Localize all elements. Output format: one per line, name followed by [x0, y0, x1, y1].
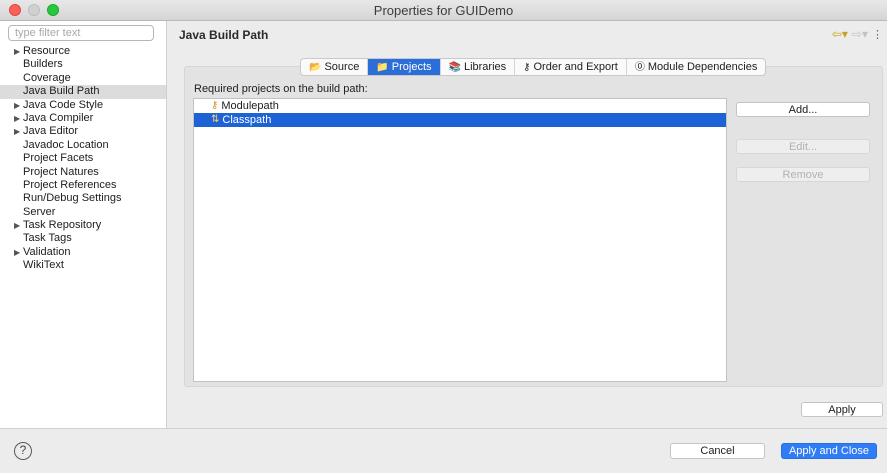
- sidebar-item-label: Resource: [23, 45, 71, 57]
- filter-input[interactable]: type filter text: [8, 25, 154, 41]
- sidebar-item-label: Java Compiler: [23, 111, 94, 124]
- expand-arrow-icon[interactable]: ▶: [14, 99, 20, 112]
- expand-arrow-icon[interactable]: ▶: [14, 45, 20, 58]
- edit-button[interactable]: Edit...: [736, 139, 870, 154]
- build-path-tabs: 📂 Source 📁 Projects 📚 Libraries ⚷ Order and …: [300, 58, 767, 76]
- sidebar-item-task-tags[interactable]: Task Tags: [0, 232, 166, 245]
- sidebar-item-label: Validation: [23, 245, 71, 258]
- apply-and-close-button[interactable]: Apply and Close: [781, 443, 877, 459]
- sidebar-item-label: Task Repository: [23, 219, 102, 232]
- sidebar-item-label: Project Natures: [23, 165, 99, 178]
- sidebar-item-resource[interactable]: ▶ Resource: [0, 45, 166, 58]
- module-icon: ⓪: [634, 61, 645, 73]
- help-icon[interactable]: ?: [14, 442, 32, 460]
- sidebar: type filter text ▶ Resource Builders Cove…: [0, 21, 167, 428]
- back-arrow-icon[interactable]: ⇦▾: [832, 27, 848, 41]
- list-item-label: Classpath: [222, 114, 272, 126]
- page-title: Java Build Path: [179, 28, 269, 42]
- sidebar-item-label: Java Editor: [23, 125, 79, 138]
- properties-tree: ▶ Resource Builders Coverage Java Build P…: [0, 45, 166, 273]
- sidebar-item-java-build-path[interactable]: Java Build Path: [0, 85, 166, 99]
- list-item-modulepath[interactable]: ⚷ Modulepath: [194, 99, 726, 113]
- cancel-button[interactable]: Cancel: [670, 443, 765, 459]
- sidebar-item-validation[interactable]: ▶ Validation: [0, 246, 166, 259]
- modulepath-icon: ⚷: [211, 100, 219, 111]
- sidebar-item-label: Run/Debug Settings: [23, 192, 122, 205]
- tab-label: Module Dependencies: [647, 60, 758, 73]
- sidebar-item-coverage[interactable]: Coverage: [0, 72, 166, 85]
- expand-arrow-icon[interactable]: ▶: [14, 125, 20, 138]
- sidebar-item-builders[interactable]: Builders: [0, 58, 166, 71]
- source-folder-icon: 📂: [309, 61, 322, 73]
- tab-source[interactable]: 📂 Source: [301, 59, 369, 75]
- tab-module-dependencies[interactable]: ⓪ Module Dependencies: [627, 59, 765, 75]
- projects-folder-icon: 📁: [376, 61, 389, 73]
- order-export-icon: ⚷: [523, 61, 531, 73]
- apply-button[interactable]: Apply: [801, 402, 883, 417]
- sidebar-item-project-natures[interactable]: Project Natures: [0, 166, 166, 179]
- sidebar-item-label: Project Facets: [23, 152, 94, 165]
- tab-projects[interactable]: 📁 Projects: [368, 59, 441, 75]
- required-projects-label: Required projects on the build path:: [194, 83, 368, 95]
- tab-label: Order and Export: [533, 60, 618, 73]
- sidebar-item-label: Java Code Style: [23, 98, 104, 111]
- tab-label: Projects: [391, 60, 432, 73]
- sidebar-item-java-compiler[interactable]: ▶ Java Compiler: [0, 112, 166, 125]
- sidebar-item-task-repository[interactable]: ▶ Task Repository: [0, 219, 166, 232]
- window-titlebar: Properties for GUIDemo: [0, 0, 887, 21]
- sidebar-item-label: Javadoc Location: [23, 138, 109, 151]
- projects-list[interactable]: ⚷ Modulepath ⇅ Classpath: [193, 98, 727, 382]
- tab-order-and-export[interactable]: ⚷ Order and Export: [515, 59, 627, 75]
- sidebar-item-project-references[interactable]: Project References: [0, 179, 166, 192]
- remove-button[interactable]: Remove: [736, 167, 870, 182]
- list-item-classpath[interactable]: ⇅ Classpath: [194, 113, 726, 127]
- sidebar-item-label: Task Tags: [23, 232, 72, 245]
- sidebar-item-label: Project References: [23, 178, 117, 191]
- expand-arrow-icon[interactable]: ▶: [14, 219, 20, 232]
- sidebar-item-java-code-style[interactable]: ▶ Java Code Style: [0, 99, 166, 112]
- libraries-icon: 📚: [448, 61, 461, 73]
- forward-arrow-icon[interactable]: ⇨▾: [852, 27, 868, 41]
- sidebar-item-label: Coverage: [23, 71, 71, 84]
- expand-arrow-icon[interactable]: ▶: [14, 246, 20, 259]
- tab-label: Source: [324, 60, 360, 73]
- sidebar-item-label: Builders: [23, 58, 63, 71]
- tab-libraries[interactable]: 📚 Libraries: [441, 59, 516, 75]
- sidebar-item-project-facets[interactable]: Project Facets: [0, 152, 166, 165]
- more-options-icon[interactable]: ⋮: [872, 29, 883, 41]
- tab-label: Libraries: [463, 60, 507, 73]
- sidebar-item-label: WikiText: [23, 259, 64, 272]
- sidebar-item-server[interactable]: Server: [0, 206, 166, 219]
- navigation-controls: ⇦▾ ⇨▾ ⋮: [828, 27, 883, 41]
- sidebar-item-java-editor[interactable]: ▶ Java Editor: [0, 125, 166, 138]
- classpath-icon: ⇅: [211, 114, 220, 125]
- sidebar-item-run-debug-settings[interactable]: Run/Debug Settings: [0, 192, 166, 205]
- sidebar-item-wikitext[interactable]: WikiText: [0, 259, 166, 272]
- sidebar-item-label: Java Build Path: [23, 85, 100, 98]
- sidebar-item-javadoc-location[interactable]: Javadoc Location: [0, 139, 166, 152]
- build-path-panel: Required projects on the build path: ⚷ Mo…: [184, 66, 883, 387]
- dialog-footer: ? Cancel Apply and Close: [0, 428, 887, 473]
- add-button[interactable]: Add...: [736, 102, 870, 117]
- sidebar-item-label: Server: [23, 205, 56, 218]
- window-title: Properties for GUIDemo: [373, 3, 514, 18]
- list-item-label: Modulepath: [221, 100, 279, 112]
- main-content: Java Build Path ⇦▾ ⇨▾ ⋮ Required projects …: [167, 21, 887, 428]
- expand-arrow-icon[interactable]: ▶: [14, 112, 20, 125]
